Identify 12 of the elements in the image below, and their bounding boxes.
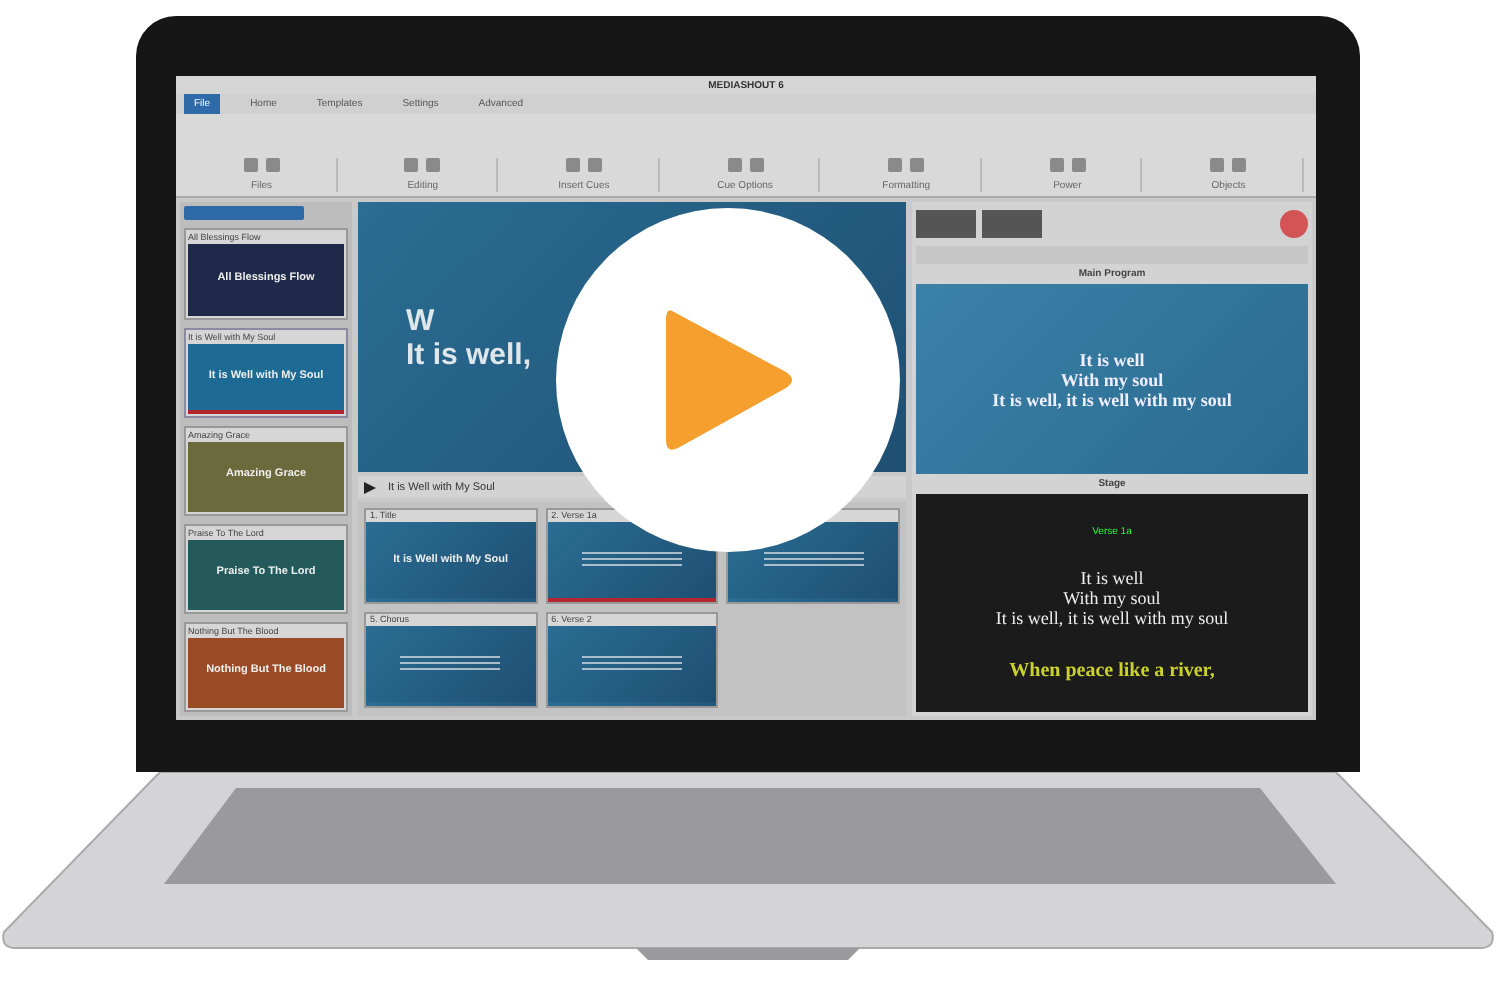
lyric-line: It is well	[1079, 349, 1145, 369]
play-icon[interactable]	[364, 481, 376, 493]
lyric-line: With my soul	[1063, 588, 1161, 608]
next-lyric-line: When peace like a river,	[1009, 659, 1215, 681]
dropdown[interactable]	[184, 206, 304, 221]
lyric-line: It is well, it is well with my soul	[992, 389, 1232, 409]
lyric-line: It is well, it is well with my soul	[995, 608, 1229, 628]
preview-text: W	[406, 303, 437, 337]
lyric-line: It is well	[1080, 568, 1144, 588]
lyric-line: With my soul	[1060, 369, 1164, 389]
record-button[interactable]	[1280, 210, 1308, 238]
preview-text: It is well,	[406, 337, 534, 371]
